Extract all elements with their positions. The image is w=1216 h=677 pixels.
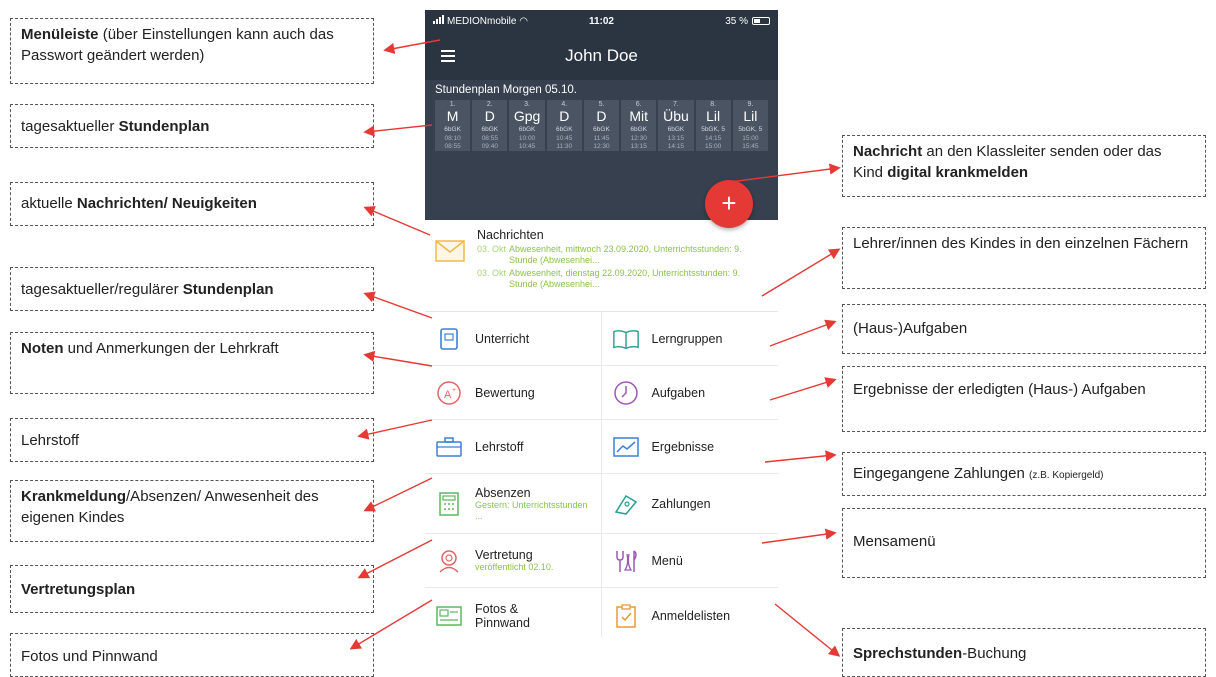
callout-nachricht-senden: Nachricht an den Klassleiter senden oder… (842, 135, 1206, 197)
callout-aufgaben: (Haus-)Aufgaben (842, 304, 1206, 354)
grade-icon: A + (435, 379, 463, 407)
app-bar: John Doe (425, 32, 778, 80)
tile-lerngruppen[interactable]: Lerngruppen (601, 312, 778, 366)
open-book-icon (612, 325, 640, 353)
app-title: John Doe (565, 46, 638, 65)
status-bar: MEDIONmobile ◠ 11:02 35 % (425, 10, 778, 32)
callout-noten: Noten und Anmerkungen der Lehrkraft (10, 332, 374, 394)
tile-zahlungen[interactable]: Zahlungen (601, 474, 778, 534)
period-cell[interactable]: 4. D 6bGK 10:45 11:30 (546, 100, 582, 151)
tile-unterricht[interactable]: Unterricht (425, 312, 602, 366)
callout-vertretungsplan: Vertretungsplan (10, 565, 374, 613)
battery-icon (751, 17, 770, 25)
arrow-stundenplan-regular (363, 291, 433, 319)
period-cell[interactable]: 1. M 6bGK 08:10 08:55 (435, 100, 471, 151)
period-cell[interactable]: 5. D 6bGK 11:45 12:30 (583, 100, 620, 151)
callout-mensa: Mensamenü (842, 508, 1206, 578)
feature-grid: Unterricht Lerngruppen A + Bewertung Aufg… (425, 312, 778, 637)
wifi-icon: ◠ (519, 16, 528, 27)
period-cell[interactable]: 6. Mit 6bGK 12:30 13:15 (621, 100, 657, 151)
vertretung-sub: veröffentlicht 02.10. (475, 562, 554, 572)
arrow-stundenplan-today (363, 124, 433, 137)
arrow-krankmeldung (363, 477, 433, 512)
callout-ergebnisse: Ergebnisse der erledigten (Haus-) Aufgab… (842, 366, 1206, 432)
arrow-aufgaben (769, 319, 837, 347)
absenzen-label: Absenzen (475, 485, 531, 500)
tile-bewertung[interactable]: A + Bewertung (425, 366, 602, 420)
absenzen-sub: Gestern: Unterrichtsstunden ... (475, 499, 588, 521)
callout-lehrstoff: Lehrstoff (10, 418, 374, 462)
period-list: 1. M 6bGK 08:10 08:55 2. D 6bGK 08:55 09:40 3. Gp… (435, 100, 768, 151)
briefcase-icon (435, 433, 463, 461)
callout-stundenplan-regular: tagesaktueller/regulärer Stundenplan (10, 267, 374, 311)
arrow-noten (363, 350, 433, 367)
signal-icon (433, 15, 444, 24)
calculator-icon (435, 490, 463, 518)
news-item[interactable]: 03. Okt Abwesenheit, dienstag 22.09.2020,… (477, 268, 770, 290)
battery-percent: 35 % (725, 15, 748, 27)
tile-vertretung[interactable]: Vertretung veröffentlicht 02.10. (425, 534, 602, 588)
clock-icon (612, 379, 640, 407)
period-cell[interactable]: 8. Lil 5bGK, 5 14:15 15:00 (695, 100, 731, 151)
period-cell[interactable]: 9. Lil 5bGK, 5 15:00 15:45 (732, 100, 768, 151)
callout-krankmeldung: Krankmeldung/Absenzen/ Anwesenheit des e… (10, 480, 374, 542)
news-title: Nachrichten (477, 228, 544, 242)
class-schedule-icon (435, 325, 463, 353)
callout-zahlungen: Eingegangene Zahlungen (z.B. Kopiergeld) (842, 452, 1206, 496)
tile-aufgaben[interactable]: Aufgaben (601, 366, 778, 420)
tile-ergebnisse[interactable]: Ergebnisse (601, 420, 778, 474)
tile-absenzen[interactable]: Absenzen Gestern: Unterrichtsstunden ... (425, 474, 602, 534)
tile-lehrstoff[interactable]: Lehrstoff (425, 420, 602, 474)
phone-screen: MEDIONmobile ◠ 11:02 35 % John Doe Stund… (425, 10, 778, 637)
substitute-person-icon (435, 547, 463, 575)
payment-icon (612, 490, 640, 518)
cutlery-icon (612, 547, 640, 575)
period-cell[interactable]: 3. Gpg 6bGK 10:00 10:45 (509, 100, 545, 151)
arrow-ergebnisse (769, 377, 837, 401)
tile-anmeldelisten[interactable]: Anmeldelisten (602, 588, 779, 637)
clipboard-check-icon (612, 602, 640, 630)
envelope-icon (435, 240, 465, 267)
callout-menuleiste: Menüleiste (über Einstellungen kann auch… (10, 18, 374, 84)
period-cell[interactable]: 7. Übu 6bGK 13:15 14:15 (658, 100, 694, 151)
arrow-nachrichten (363, 206, 431, 236)
period-cell[interactable]: 2. D 6bGK 08:55 09:40 (472, 100, 508, 151)
tile-menu[interactable]: Menü (601, 534, 778, 588)
news-card[interactable]: Nachrichten 03. Okt Abwesenheit, mittwoch… (425, 220, 778, 312)
add-message-button[interactable]: + (705, 180, 753, 228)
status-time: 11:02 (588, 15, 614, 27)
svg-text:+: + (452, 387, 456, 394)
arrow-sprechstunden (774, 603, 841, 657)
photo-icon (435, 602, 463, 630)
vertretung-label: Vertretung (475, 548, 533, 562)
schedule-title: Stundenplan Morgen 05.10. (435, 84, 577, 96)
callout-stundenplan-today: tagesaktueller Stundenplan (10, 104, 374, 148)
callout-nachrichten: aktuelle Nachrichten/ Neuigkeiten (10, 182, 374, 226)
chart-icon (612, 433, 640, 461)
callout-fotos: Fotos und Pinnwand (10, 633, 374, 677)
carrier-name: MEDIONmobile (447, 16, 517, 27)
svg-text:A: A (444, 389, 452, 401)
hamburger-menu-icon[interactable] (425, 32, 465, 80)
news-item[interactable]: 03. Okt Abwesenheit, mittwoch 23.09.2020,… (477, 244, 770, 266)
tile-fotos[interactable]: Fotos & Pinnwand (425, 588, 602, 637)
callout-sprechstunden: Sprechstunden-Buchung (842, 628, 1206, 677)
callout-lehrer: Lehrer/innen des Kindes in den einzelnen… (842, 227, 1206, 289)
